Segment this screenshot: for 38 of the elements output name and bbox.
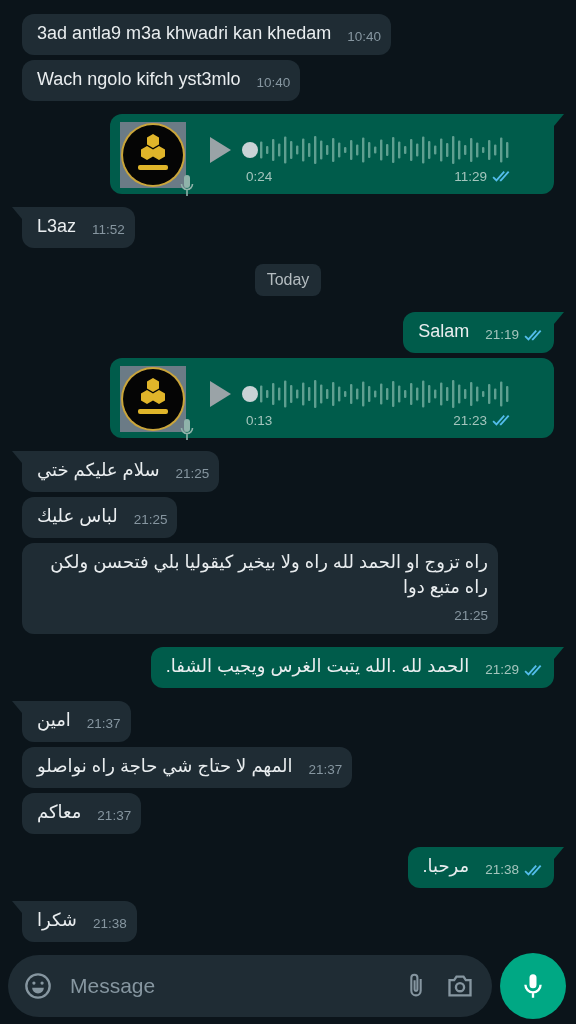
message-time: 10:40 — [347, 28, 381, 46]
message-text: سلام عليكم ختي — [37, 459, 160, 483]
message-input[interactable]: Message — [68, 973, 386, 999]
emoji-icon[interactable] — [24, 972, 52, 1000]
date-chip: Today — [254, 264, 322, 296]
message-time: 11:29 — [454, 168, 487, 184]
message-text: 3ad antla9 m3a khwadri kan khedam — [37, 22, 332, 45]
message-time: 21:29 — [485, 661, 519, 679]
message-time: 21:37 — [97, 807, 132, 825]
play-icon[interactable] — [208, 135, 232, 164]
message-text: مرحبا. — [422, 855, 470, 879]
message-time: 21:37 — [86, 715, 121, 733]
message-time: 11:52 — [92, 221, 125, 239]
message-time: 21:37 — [308, 761, 343, 779]
voice-duration: 0:24 — [246, 168, 273, 184]
message-text: المهم لا حتاج شي حاجة راه نواصلو — [37, 755, 293, 779]
message-time: 21:25 — [133, 511, 168, 529]
message-text: امين — [37, 709, 71, 733]
microphone-icon — [180, 174, 194, 198]
message-text: لباس عليك — [37, 505, 118, 528]
voice-duration: 0:13 — [246, 412, 273, 428]
message-text: Wach ngolo kifch yst3mlo — [37, 68, 241, 91]
message-time: 21:25 — [175, 465, 210, 483]
message-time: 21:38 — [92, 915, 127, 933]
message-time: 21:19 — [485, 326, 519, 344]
play-icon[interactable] — [208, 379, 232, 408]
message-time: 21:23 — [453, 412, 487, 428]
message-text: L3az — [37, 215, 77, 238]
message-text: الحمد لله .الله يتبت الغرس ويجيب الشفا. — [165, 655, 470, 679]
message-time: 21:38 — [485, 861, 519, 879]
message-time: 21:25 — [454, 607, 488, 625]
message-field[interactable]: Message — [8, 955, 492, 1017]
message-text: راه تزوج او الحمد لله راه ولا بيخير كيقوليا بلي فتحسن ولكن راه متبع دوا — [49, 551, 488, 600]
microphone-icon — [180, 418, 194, 442]
message-time: 10:40 — [256, 74, 291, 92]
message-text: Salam — [418, 320, 470, 343]
message-text: معاكم — [37, 801, 82, 825]
message-text: شكرا — [37, 909, 77, 933]
